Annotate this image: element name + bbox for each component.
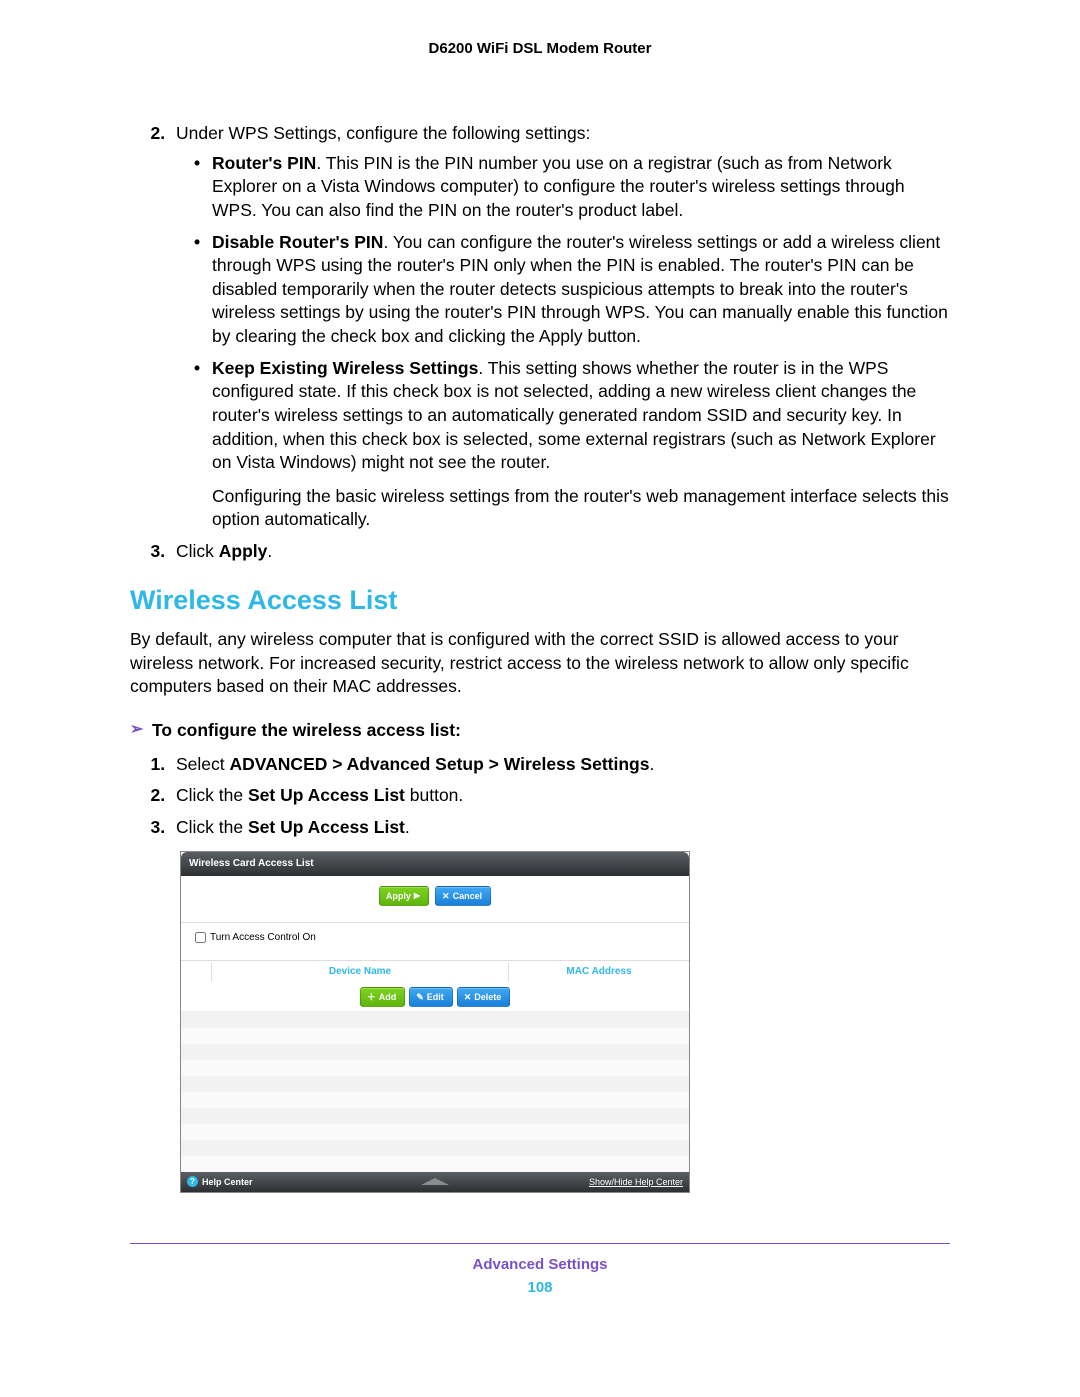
t: . (649, 754, 654, 774)
bullet-tail-para: Configuring the basic wireless settings … (212, 485, 950, 532)
help-icon: ? (187, 1176, 198, 1187)
col-mac-address: MAC Address (509, 963, 689, 981)
col-device-name: Device Name (212, 963, 509, 981)
panel-title: Wireless Card Access List (181, 852, 689, 876)
step-3-post: . (267, 541, 272, 561)
add-label: Add (379, 991, 397, 1003)
t: Set Up Access List (248, 817, 405, 837)
close-icon: ✕ (464, 991, 472, 1003)
edit-button[interactable]: ✎Edit (409, 987, 453, 1007)
term: Router's PIN (212, 153, 316, 173)
play-icon: ▶ (414, 891, 420, 902)
apply-label: Apply (386, 890, 411, 902)
footer-page-number: 108 (130, 1279, 950, 1296)
bullet-disable-pin: Disable Router's PIN. You can configure … (194, 231, 950, 349)
section-intro: By default, any wireless computer that i… (130, 628, 950, 699)
chevron-up-icon[interactable] (421, 1178, 449, 1185)
pencil-icon: ✎ (416, 991, 424, 1003)
t: Click the (176, 785, 248, 805)
cancel-label: Cancel (453, 890, 483, 902)
footer-divider (130, 1243, 950, 1244)
bullet-text: . This PIN is the PIN number you use on … (212, 153, 905, 220)
help-label: Help Center (202, 1176, 253, 1188)
t: ADVANCED > Advanced Setup > Wireless Set… (230, 754, 650, 774)
access-control-checkbox[interactable] (195, 932, 206, 943)
table-body-empty (181, 1011, 689, 1172)
t: Click the (176, 817, 248, 837)
section-title: Wireless Access List (130, 582, 950, 618)
checkbox-label: Turn Access Control On (210, 932, 316, 943)
delete-button[interactable]: ✕Delete (457, 987, 511, 1007)
proc-step-3: Click the Set Up Access List. (170, 816, 950, 840)
t: button. (405, 785, 463, 805)
table-header: Device Name MAC Address (181, 961, 689, 983)
page-body: Under WPS Settings, configure the follow… (130, 122, 950, 1193)
add-button[interactable]: ＋Add (360, 987, 406, 1007)
step-2-intro: Under WPS Settings, configure the follow… (176, 123, 590, 143)
apply-button[interactable]: Apply ▶ (379, 886, 429, 906)
term: Keep Existing Wireless Settings (212, 358, 478, 378)
term: Disable Router's PIN (212, 232, 383, 252)
help-center-button[interactable]: ? Help Center (187, 1176, 253, 1188)
proc-step-2: Click the Set Up Access List button. (170, 784, 950, 808)
footer-section: Advanced Settings (130, 1256, 950, 1273)
step-3-bold: Apply (219, 541, 268, 561)
proc-step-1: Select ADVANCED > Advanced Setup > Wirel… (170, 753, 950, 777)
t: Select (176, 754, 230, 774)
step-2: Under WPS Settings, configure the follow… (170, 122, 950, 532)
close-icon: ✕ (442, 890, 450, 902)
step-3: Click Apply. (170, 540, 950, 564)
plus-icon: ＋ (367, 991, 376, 1003)
show-hide-help-link[interactable]: Show/Hide Help Center (589, 1176, 683, 1188)
embedded-screenshot: Wireless Card Access List Apply ▶ ✕Cance… (180, 851, 690, 1192)
step-3-pre: Click (176, 541, 219, 561)
cancel-button[interactable]: ✕Cancel (435, 886, 491, 906)
bullet-routers-pin: Router's PIN. This PIN is the PIN number… (194, 152, 950, 223)
procedure-heading: To configure the wireless access list: (152, 719, 950, 743)
edit-label: Edit (427, 991, 444, 1003)
bullet-keep-existing: Keep Existing Wireless Settings. This se… (194, 357, 950, 532)
t: Set Up Access List (248, 785, 405, 805)
delete-label: Delete (474, 991, 501, 1003)
page-header: D6200 WiFi DSL Modem Router (130, 40, 950, 57)
t: . (405, 817, 410, 837)
